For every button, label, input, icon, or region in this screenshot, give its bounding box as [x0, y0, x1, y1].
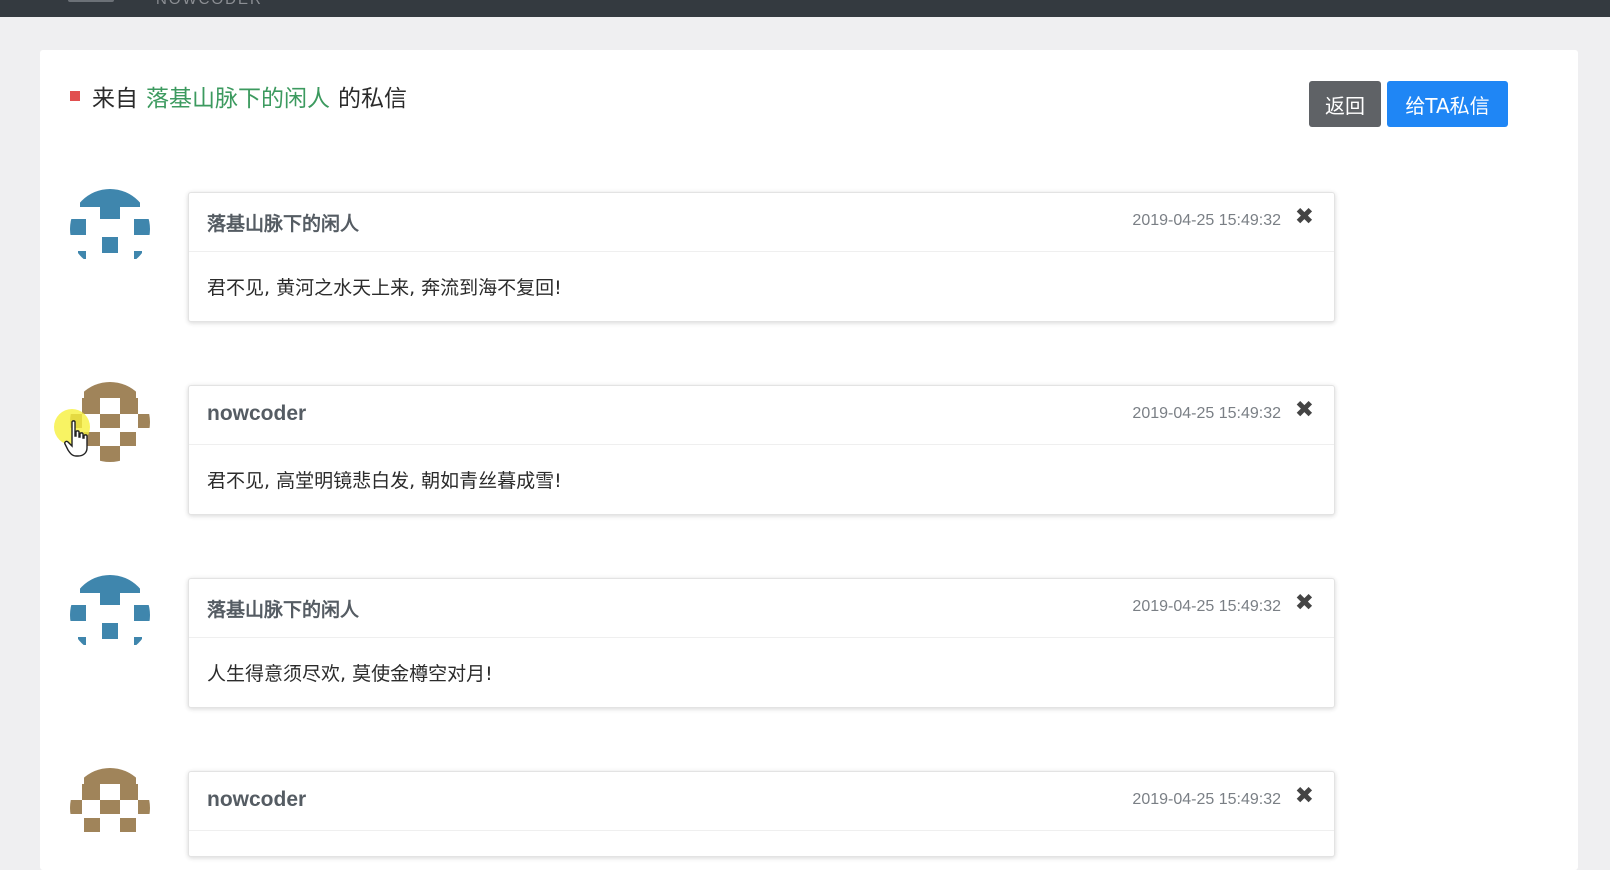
message-card: 落基山脉下的闲人 2019-04-25 15:49:32 ✖ 君不见, 黄河之水…: [188, 192, 1335, 322]
message-card: nowcoder 2019-04-25 15:49:32 ✖: [188, 771, 1335, 857]
logo[interactable]: [68, 0, 114, 2]
user-avatar[interactable]: [70, 768, 150, 848]
message-sender[interactable]: nowcoder: [207, 402, 306, 426]
send-message-button[interactable]: 给TA私信: [1387, 81, 1508, 127]
user-avatar[interactable]: [70, 189, 150, 269]
message-sender[interactable]: nowcoder: [207, 788, 306, 812]
delete-message-icon[interactable]: ✖: [1295, 591, 1314, 615]
brand-name[interactable]: NOWCODER: [156, 0, 263, 8]
message-card: 落基山脉下的闲人 2019-04-25 15:49:32 ✖ 人生得意须尽欢, …: [188, 578, 1335, 708]
back-button[interactable]: 返回: [1309, 81, 1381, 127]
message-content: 君不见, 黄河之水天上来, 奔流到海不复回!: [207, 277, 562, 299]
title-marker: [70, 91, 80, 101]
message-sender[interactable]: 落基山脉下的闲人: [207, 209, 359, 236]
delete-message-icon[interactable]: ✖: [1295, 398, 1314, 422]
title-username-link[interactable]: 落基山脉下的闲人: [146, 79, 330, 113]
title-prefix: 来自: [92, 86, 138, 112]
message-content: 人生得意须尽欢, 莫使金樽空对月!: [207, 663, 493, 685]
message-time: 2019-04-25 15:49:32: [1132, 791, 1281, 808]
delete-message-icon[interactable]: ✖: [1295, 784, 1314, 808]
page-title: 来自 落基山脉下的闲人 的私信: [70, 78, 407, 114]
message-time: 2019-04-25 15:49:32: [1132, 405, 1281, 422]
delete-message-icon[interactable]: ✖: [1295, 205, 1314, 229]
hand-cursor-icon: [64, 420, 88, 457]
message-content: 君不见, 高堂明镜悲白发, 朝如青丝暮成雪!: [207, 470, 562, 492]
title-suffix: 的私信: [338, 86, 407, 112]
user-avatar[interactable]: [70, 575, 150, 655]
message-sender[interactable]: 落基山脉下的闲人: [207, 595, 359, 622]
message-time: 2019-04-25 15:49:32: [1132, 212, 1281, 229]
message-time: 2019-04-25 15:49:32: [1132, 598, 1281, 615]
message-card: nowcoder 2019-04-25 15:49:32 ✖ 君不见, 高堂明镜…: [188, 385, 1335, 515]
top-navbar: NOWCODER: [0, 0, 1610, 17]
